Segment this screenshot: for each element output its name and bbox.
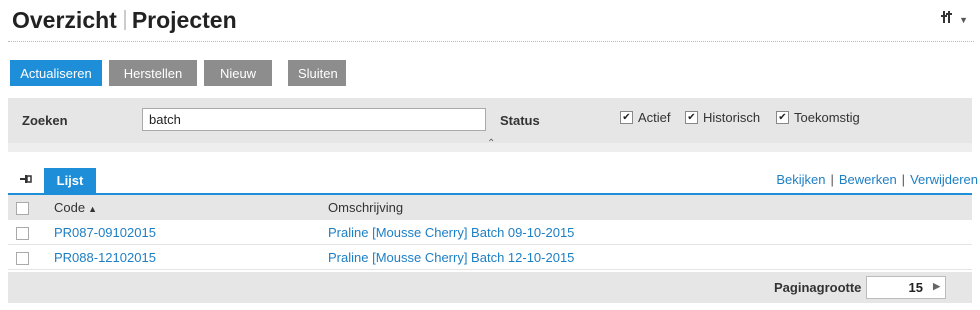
title-projects: Projecten — [131, 6, 237, 33]
title-divider — [8, 41, 974, 42]
table-row[interactable]: PR087-09102015 Praline [Mousse Cherry] B… — [8, 220, 972, 245]
table-row[interactable]: PR088-12102015 Praline [Mousse Cherry] B… — [8, 245, 972, 270]
row-checkbox[interactable] — [16, 227, 29, 240]
filter-actief[interactable]: ✔ Actief — [620, 110, 671, 125]
chevron-right-icon[interactable]: ▶ — [933, 281, 940, 292]
table-header: Code ▲ Omschrijving — [8, 195, 972, 220]
search-input[interactable] — [142, 108, 486, 131]
search-panel: Zoeken Status ✔ Actief ✔ Historisch ✔ To… — [8, 98, 972, 143]
restore-button[interactable]: Herstellen — [109, 60, 197, 86]
filter-label: Historisch — [703, 110, 761, 125]
table-footer: Paginagrootte 15 ▶ — [8, 272, 972, 303]
search-label: Zoeken — [22, 113, 68, 128]
tab-list[interactable]: Lijst — [44, 168, 96, 193]
view-link[interactable]: Bekijken — [776, 172, 825, 187]
action-separator: | — [830, 172, 834, 187]
filter-toekomstig[interactable]: ✔ Toekomstig — [776, 110, 860, 125]
select-all-checkbox[interactable] — [16, 202, 29, 215]
delete-link[interactable]: Verwijderen — [910, 172, 978, 187]
row-checkbox[interactable] — [16, 252, 29, 265]
checkbox[interactable]: ✔ — [776, 111, 789, 124]
column-header-description[interactable]: Omschrijving — [328, 200, 403, 215]
chevron-down-icon: ▼ — [959, 14, 968, 25]
title-overview: Overzicht — [12, 6, 117, 33]
page-title: Overzicht Projecten — [12, 4, 237, 36]
filter-historisch[interactable]: ✔ Historisch — [685, 110, 760, 125]
tools-icon — [941, 10, 955, 29]
row-actions: Bekijken | Bewerken | Verwijderen — [776, 172, 978, 187]
row-code-link[interactable]: PR088-12102015 — [54, 250, 156, 265]
checkbox[interactable]: ✔ — [685, 111, 698, 124]
page-size-label: Paginagrootte — [774, 280, 862, 295]
title-separator — [123, 10, 126, 30]
close-button[interactable]: Sluiten — [288, 60, 346, 86]
pin-icon[interactable] — [20, 174, 32, 187]
checkbox[interactable]: ✔ — [620, 111, 633, 124]
row-description-link[interactable]: Praline [Mousse Cherry] Batch 12-10-2015 — [328, 250, 574, 265]
new-button[interactable]: Nieuw — [204, 60, 272, 86]
filter-label: Toekomstig — [794, 110, 860, 125]
page-size-input[interactable]: 15 ▶ — [866, 276, 946, 299]
sort-ascending-icon: ▲ — [88, 204, 97, 214]
chevron-up-icon[interactable]: ⌃ — [487, 138, 495, 149]
row-description-link[interactable]: Praline [Mousse Cherry] Batch 09-10-2015 — [328, 225, 574, 240]
edit-link[interactable]: Bewerken — [839, 172, 897, 187]
projects-table: Code ▲ Omschrijving PR087-09102015 Pralin… — [8, 195, 972, 270]
page-size-value: 15 — [908, 280, 923, 295]
row-code-link[interactable]: PR087-09102015 — [54, 225, 156, 240]
tools-menu[interactable]: ▼ — [941, 10, 968, 29]
status-label: Status — [500, 113, 540, 128]
column-label: Code — [54, 200, 86, 215]
collapse-bar[interactable]: ⌃ — [8, 138, 972, 152]
column-header-code[interactable]: Code ▲ — [54, 200, 97, 215]
refresh-button[interactable]: Actualiseren — [10, 60, 102, 86]
filter-label: Actief — [638, 110, 671, 125]
tabs-row: Lijst Bekijken | Bewerken | Verwijderen — [8, 168, 978, 195]
action-separator: | — [901, 172, 906, 187]
